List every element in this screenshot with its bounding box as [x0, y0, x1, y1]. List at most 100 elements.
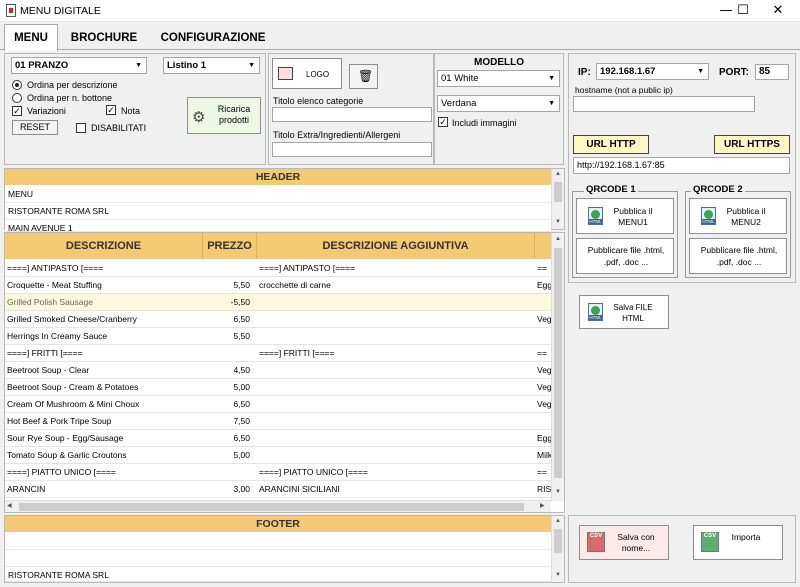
scroll-thumb[interactable] — [554, 248, 562, 478]
table-row[interactable]: Croquette - Meat Stuffing 5,50 crocchette … — [5, 277, 551, 294]
cell-descrizione[interactable]: Grilled Smoked Cheese/Cranberry — [5, 311, 201, 328]
h-scroll-thumb[interactable] — [19, 503, 524, 511]
save-csv-button[interactable]: CSV Salva con nome... — [579, 525, 669, 560]
cell-extra[interactable]: Veg — [535, 396, 551, 413]
save-html-button[interactable]: Salva FILE HTML — [579, 295, 669, 329]
cell-descrizione[interactable]: Hot Beef & Pork Tripe Soup — [5, 413, 201, 430]
cell-descrizione[interactable]: ====] FRITTI [==== — [5, 345, 201, 362]
cell-extra[interactable]: RIS — [535, 481, 551, 498]
scroll-down-icon[interactable]: ▼ — [552, 572, 564, 578]
tab-configurazione[interactable]: CONFIGURAZIONE — [150, 24, 276, 50]
cell-descrizione[interactable]: Beetroot Soup - Cream & Potatoes — [5, 379, 201, 396]
ip-select[interactable]: 192.168.1.67 ▼ — [596, 63, 709, 80]
order-button-radio[interactable] — [12, 93, 22, 103]
table-row[interactable]: Sour Rye Soup - Egg/Sausage 6,50 Egg — [5, 430, 551, 447]
cell-prezzo[interactable]: 5,00 — [203, 379, 253, 396]
footer-scrollbar[interactable]: ▲ ▼ — [551, 516, 564, 582]
cell-extra[interactable]: == — [535, 345, 551, 362]
cell-descrizione[interactable]: Cream Of Mushroom & Mini Choux — [5, 396, 201, 413]
publish-menu1-button[interactable]: Pubblica il MENU1 — [576, 198, 674, 234]
scroll-left-icon[interactable]: ◀ — [7, 502, 12, 509]
cell-prezzo[interactable]: 7,50 — [203, 413, 253, 430]
listino-select[interactable]: Listino 1 ▼ — [163, 57, 260, 74]
cell-extra[interactable]: Egg — [535, 430, 551, 447]
cell-descrizione[interactable]: ====] ANTIPASTO [==== — [5, 260, 201, 277]
url-input[interactable]: http://192.168.1.67:85 — [573, 157, 790, 174]
cell-descrizione[interactable]: ARANCIN — [5, 481, 201, 498]
table-row[interactable]: Herrings In Creamy Sauce 5,50 — [5, 328, 551, 345]
table-row[interactable]: Hot Beef & Pork Tripe Soup 7,50 — [5, 413, 551, 430]
cell-descrizione[interactable]: ====] PIATTO UNICO [==== — [5, 464, 201, 481]
url-http-button[interactable]: URL HTTP — [573, 135, 649, 154]
grid-body[interactable]: ====] ANTIPASTO [==== ====] ANTIPASTO [==… — [5, 260, 551, 500]
cell-prezzo[interactable]: 5,50 — [203, 328, 253, 345]
titolo-categorie-input[interactable] — [272, 107, 432, 122]
reset-button[interactable]: RESET — [12, 120, 58, 135]
cell-prezzo[interactable]: 5,00 — [203, 447, 253, 464]
ricarica-button[interactable]: ⚙ Ricarica prodotti — [187, 97, 261, 134]
import-csv-button[interactable]: CSV Importa — [693, 525, 783, 560]
table-row[interactable]: Beetroot Soup - Cream & Potatoes 5,00 Veg — [5, 379, 551, 396]
table-row[interactable]: ====] PIATTO UNICO [==== ====] PIATTO UNI… — [5, 464, 551, 481]
close-button[interactable]: ✕ — [763, 0, 793, 22]
publish-files1-button[interactable]: Pubblicare file .html, .pdf, .doc ... — [576, 238, 674, 274]
header-lines[interactable]: MENU RISTORANTE ROMA SRL MAIN AVENUE 1 — [5, 186, 551, 232]
cell-descrizione[interactable]: Sour Rye Soup - Egg/Sausage — [5, 430, 201, 447]
table-row[interactable]: Tomato Soup & Garlic Croutons 5,00 Milk — [5, 447, 551, 464]
table-row[interactable]: ARANCIN 3,00 ARANCINI SICILIANI RIS — [5, 481, 551, 498]
cell-descrizione[interactable]: Herrings In Creamy Sauce — [5, 328, 201, 345]
cell-descrizione-aggiuntiva[interactable]: crocchette di carne — [257, 277, 533, 294]
publish-menu2-button[interactable]: Pubblica il MENU2 — [689, 198, 787, 234]
cell-descrizione[interactable]: Beetroot Soup - Clear — [5, 362, 201, 379]
delete-logo-button[interactable]: 🗑 — [349, 64, 378, 89]
titolo-extra-input[interactable] — [272, 142, 432, 157]
maximize-button[interactable]: ☐ — [728, 0, 758, 22]
nota-checkbox[interactable]: ✓ — [106, 105, 116, 115]
scroll-down-icon[interactable]: ▼ — [552, 219, 564, 225]
cell-extra[interactable]: Veg — [535, 362, 551, 379]
grid-vscrollbar[interactable]: ▲ ▼ — [551, 233, 564, 501]
cell-descrizione-aggiuntiva[interactable]: ====] PIATTO UNICO [==== — [257, 464, 533, 481]
cell-descrizione[interactable]: Tomato Soup & Garlic Croutons — [5, 447, 201, 464]
cell-extra[interactable]: Veg — [535, 379, 551, 396]
scroll-thumb[interactable] — [554, 182, 562, 202]
table-row[interactable]: ====] ANTIPASTO [==== ====] ANTIPASTO [==… — [5, 260, 551, 277]
url-https-button[interactable]: URL HTTPS — [714, 135, 790, 154]
model-select[interactable]: 01 White ▼ — [437, 70, 560, 87]
header-scrollbar[interactable]: ▲ ▼ — [551, 169, 564, 229]
grid-hscrollbar[interactable]: ◀ ▶ — [5, 500, 551, 512]
port-input[interactable]: 85 — [755, 64, 789, 80]
cell-descrizione-aggiuntiva[interactable]: ====] ANTIPASTO [==== — [257, 260, 533, 277]
col-header-descrizione-aggiuntiva[interactable]: DESCRIZIONE AGGIUNTIVA — [257, 233, 535, 259]
col-header-prezzo[interactable]: PREZZO — [203, 233, 257, 259]
col-header-extra[interactable] — [535, 233, 551, 259]
disabilitati-checkbox[interactable] — [76, 123, 86, 133]
cell-descrizione-aggiuntiva[interactable]: ARANCINI SICILIANI — [257, 481, 533, 498]
cell-prezzo[interactable]: 6,50 — [203, 311, 253, 328]
publish-files2-button[interactable]: Pubblicare file .html, .pdf, .doc ... — [689, 238, 787, 274]
table-row[interactable]: Cream Of Mushroom & Mini Choux 6,50 Veg — [5, 396, 551, 413]
scroll-up-icon[interactable]: ▲ — [552, 171, 564, 177]
col-header-descrizione[interactable]: DESCRIZIONE — [5, 233, 203, 259]
tab-brochure[interactable]: BROCHURE — [60, 24, 148, 50]
scroll-right-icon[interactable]: ▶ — [540, 502, 545, 509]
cell-prezzo[interactable]: 3,00 — [203, 481, 253, 498]
footer-lines[interactable]: RISTORANTE ROMA SRL — [5, 533, 551, 582]
cell-extra[interactable]: == — [535, 464, 551, 481]
includi-immagini-checkbox[interactable]: ✓ — [438, 117, 448, 127]
cell-extra[interactable]: Milk — [535, 447, 551, 464]
scroll-up-icon[interactable]: ▲ — [552, 236, 564, 242]
tab-menu[interactable]: MENU — [4, 24, 58, 51]
scroll-up-icon[interactable]: ▲ — [552, 518, 564, 524]
table-row[interactable]: Beetroot Soup - Clear 4,50 Veg — [5, 362, 551, 379]
cell-extra[interactable]: Egg — [535, 277, 551, 294]
cell-prezzo[interactable]: 4,50 — [203, 362, 253, 379]
cell-extra[interactable]: == — [535, 260, 551, 277]
cell-prezzo[interactable]: 5,50 — [203, 277, 253, 294]
cell-descrizione[interactable]: Croquette - Meat Stuffing — [5, 277, 201, 294]
cell-prezzo[interactable]: -5,50 — [203, 294, 253, 311]
cell-extra[interactable]: Veg — [535, 311, 551, 328]
cell-prezzo[interactable]: 6,50 — [203, 396, 253, 413]
logo-button[interactable]: LOGO — [272, 58, 342, 89]
table-row[interactable]: ====] FRITTI [==== ====] FRITTI [==== == — [5, 345, 551, 362]
